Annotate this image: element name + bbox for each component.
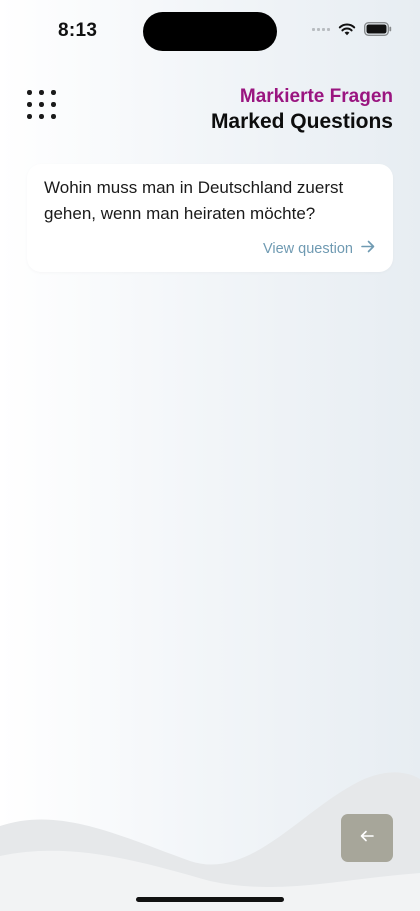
page-title: Markierte Fragen Marked Questions [211, 86, 393, 135]
view-question-label: View question [262, 240, 353, 257]
status-icons [312, 22, 392, 36]
marked-question-card[interactable]: Wohin muss man in Deutschland zuerst geh… [27, 164, 393, 272]
page-title-german: Markierte Fragen [239, 86, 393, 107]
arrow-left-icon [360, 829, 374, 847]
marked-questions-screen: 8:13 Markierte Fragen Marked Questions W… [0, 0, 420, 911]
page-title-english: Marked Questions [210, 110, 393, 133]
grid-dots-icon[interactable] [27, 90, 56, 119]
status-time: 8:13 [58, 20, 98, 41]
home-indicator[interactable] [136, 897, 284, 902]
dynamic-island [143, 12, 277, 51]
status-bar: 8:13 [0, 0, 420, 60]
question-text: Wohin muss man in Deutschland zuerst geh… [44, 178, 344, 223]
arrow-right-icon [361, 240, 375, 257]
view-question-link[interactable]: View question [263, 240, 375, 257]
cellular-signal-icon [312, 27, 330, 31]
back-button[interactable] [341, 814, 393, 862]
battery-icon [364, 22, 392, 36]
wifi-icon [338, 22, 356, 36]
